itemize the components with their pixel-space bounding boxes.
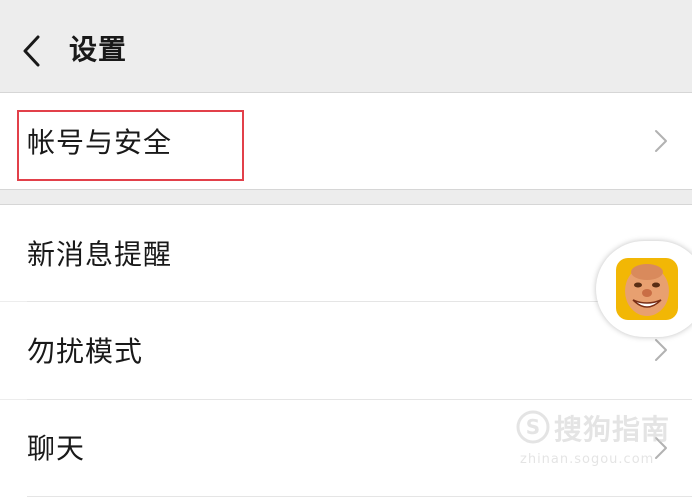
highlight-box: [17, 110, 244, 181]
emoji-face-icon: [616, 258, 678, 320]
svg-text:S: S: [526, 415, 540, 439]
group-divider: [0, 189, 692, 190]
watermark: S 搜狗指南 zhinan.sogou.com: [512, 408, 682, 478]
sogou-logo-icon: S: [516, 410, 550, 444]
chevron-right-icon: [655, 339, 667, 361]
watermark-url: zhinan.sogou.com: [520, 452, 655, 467]
chevron-left-icon[interactable]: [20, 34, 42, 68]
chevron-right-icon: [655, 130, 667, 152]
page-title: 设置: [69, 33, 128, 66]
navigation-bar: 设置: [0, 0, 692, 92]
floating-bubble[interactable]: [596, 241, 692, 337]
settings-item-new-message-notify[interactable]: 新消息提醒: [0, 205, 692, 301]
settings-item-do-not-disturb[interactable]: 勿扰模式: [0, 302, 692, 399]
settings-item-label: 聊天: [27, 432, 86, 465]
watermark-text: 搜狗指南: [554, 413, 671, 446]
settings-item-label: 勿扰模式: [27, 335, 144, 368]
settings-item-label: 新消息提醒: [27, 238, 173, 271]
